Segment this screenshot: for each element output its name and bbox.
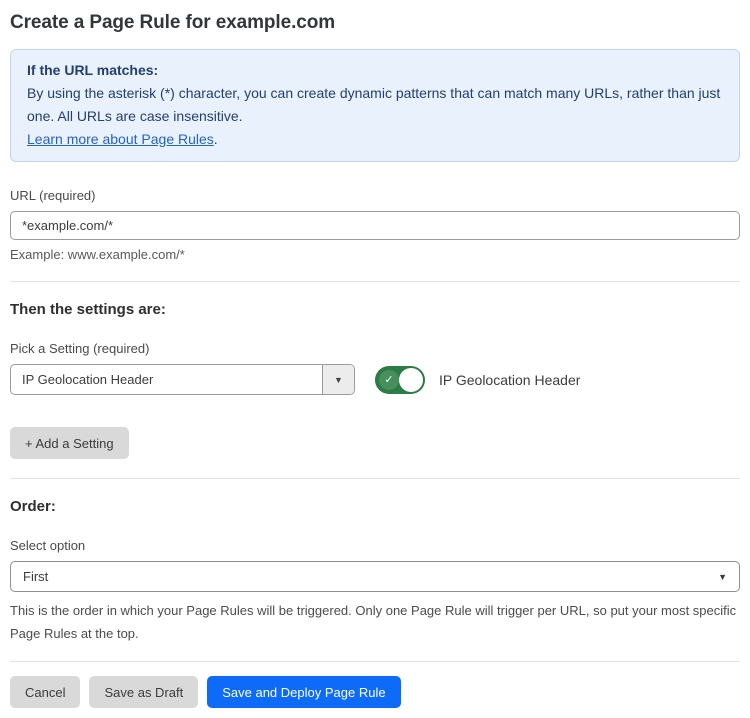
check-icon: ✓ [379, 370, 399, 390]
toggle-label: IP Geolocation Header [439, 372, 580, 388]
divider [10, 661, 740, 662]
ip-geolocation-toggle[interactable]: ✓ [375, 366, 425, 394]
url-example-hint: Example: www.example.com/* [10, 247, 740, 262]
save-as-draft-button[interactable]: Save as Draft [89, 676, 198, 708]
toggle-knob [399, 368, 423, 392]
info-box-link-line: Learn more about Page Rules. [27, 128, 723, 151]
footer-button-row: Cancel Save as Draft Save and Deploy Pag… [10, 676, 740, 708]
info-box-heading: If the URL matches: [27, 59, 723, 82]
order-select-value: First [23, 569, 48, 584]
setting-select-arrow-button[interactable]: ▼ [322, 365, 354, 394]
settings-section-heading: Then the settings are: [10, 301, 740, 318]
chevron-down-icon: ▼ [718, 572, 727, 582]
url-field-label: URL (required) [10, 188, 740, 203]
url-match-info-box: If the URL matches: By using the asteris… [10, 49, 740, 162]
setting-select[interactable]: IP Geolocation Header ▼ [10, 364, 355, 395]
setting-toggle-group: ✓ IP Geolocation Header [375, 366, 580, 394]
divider [10, 281, 740, 282]
page-title: Create a Page Rule for example.com [10, 12, 740, 34]
create-page-rule-form: Create a Page Rule for example.com If th… [0, 0, 750, 718]
pick-setting-label: Pick a Setting (required) [10, 341, 740, 356]
link-suffix-period: . [214, 131, 218, 147]
order-help-text: This is the order in which your Page Rul… [10, 599, 740, 645]
info-box-body: By using the asterisk (*) character, you… [27, 82, 723, 128]
add-setting-button[interactable]: + Add a Setting [10, 427, 129, 459]
setting-row: IP Geolocation Header ▼ ✓ IP Geolocation… [10, 364, 740, 395]
url-input[interactable] [10, 211, 740, 240]
order-select-label: Select option [10, 538, 740, 553]
save-and-deploy-button[interactable]: Save and Deploy Page Rule [207, 676, 400, 708]
learn-more-link[interactable]: Learn more about Page Rules [27, 131, 214, 147]
divider [10, 478, 740, 479]
order-section-heading: Order: [10, 498, 740, 515]
order-select[interactable]: First ▼ [10, 561, 740, 592]
cancel-button[interactable]: Cancel [10, 676, 80, 708]
setting-select-value: IP Geolocation Header [11, 365, 322, 394]
chevron-down-icon: ▼ [334, 375, 343, 385]
